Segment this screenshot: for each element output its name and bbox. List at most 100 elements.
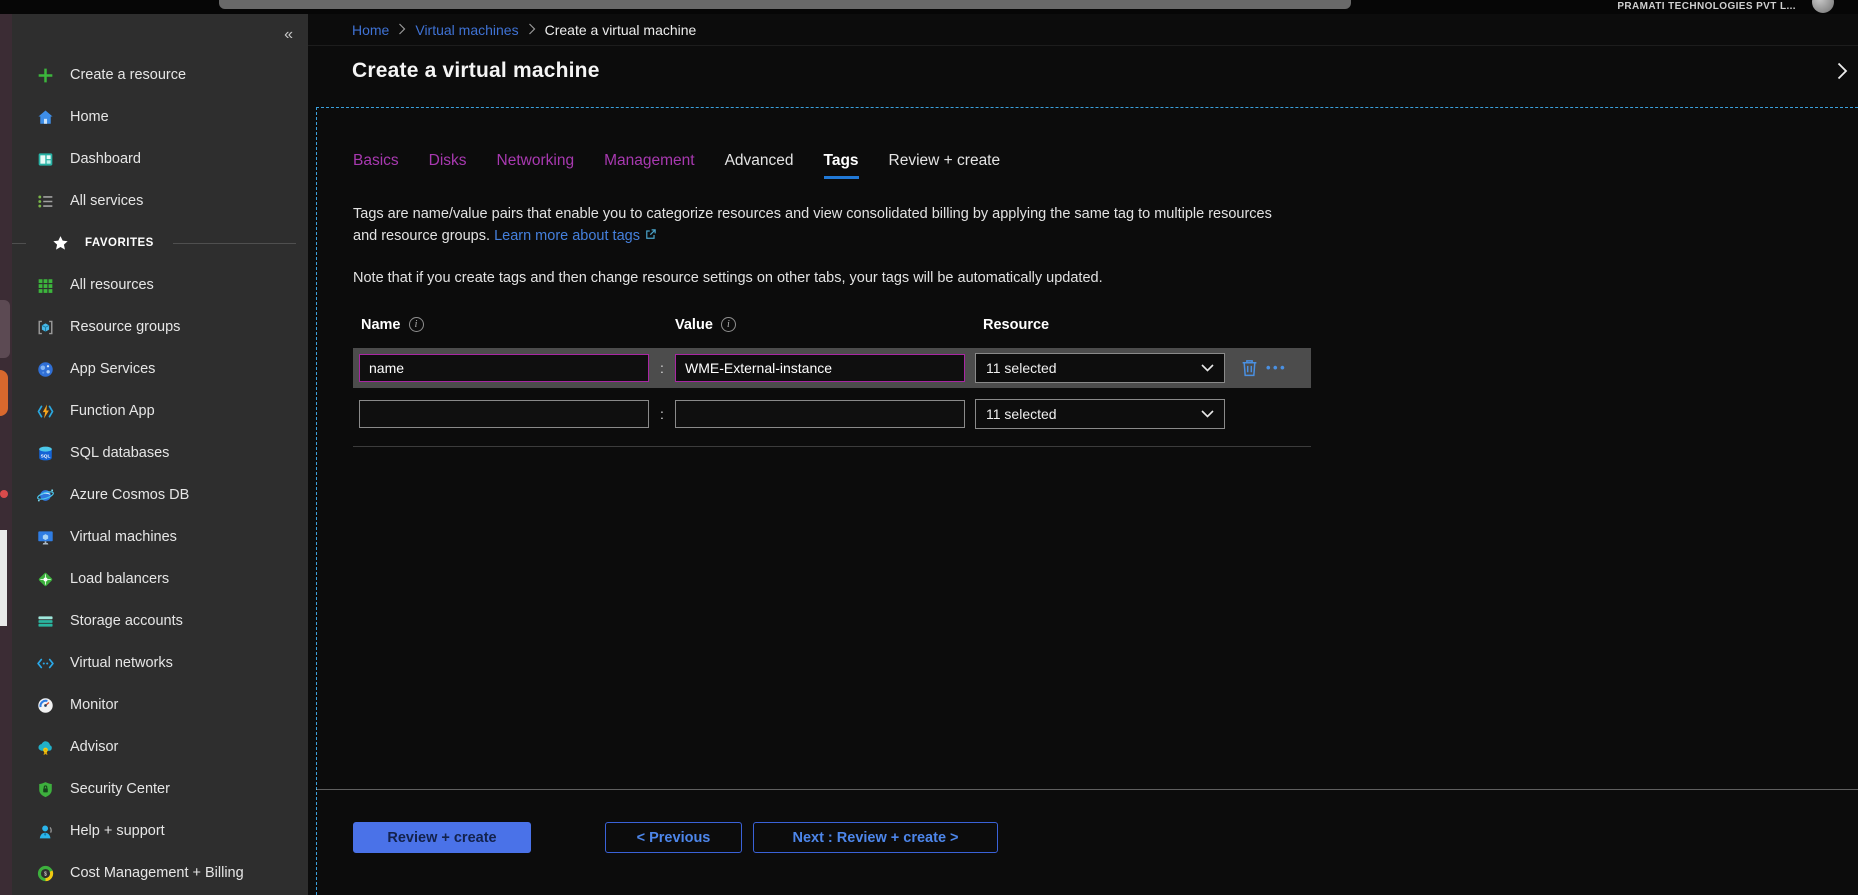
dock-red-dot [0,490,8,498]
learn-more-link[interactable]: Learn more about tags [494,228,657,244]
azure-portal-screen: PRAMATI TECHNOLOGIES PVT L... « Create a… [0,0,1858,895]
more-options-icon[interactable]: ••• [1266,360,1287,375]
sidebar-section-favorites: FAVORITES [12,222,308,264]
wizard-footer: Review + create < Previous Next : Review… [353,790,1858,895]
tag-row: : 11 selected [353,394,1311,434]
sidebar-item-create-a-resource[interactable]: Create a resource [12,54,308,96]
delete-tag-icon[interactable] [1241,359,1258,377]
sidebar-item-storage-accounts[interactable]: Storage accounts [12,600,308,642]
tag-name-input[interactable] [359,400,649,428]
sidebar-item-resource-groups[interactable]: Resource groups [12,306,308,348]
breadcrumb-home[interactable]: Home [352,22,389,38]
sidebar-item-load-balancers[interactable]: Load balancers [12,558,308,600]
cosmos-db-icon [36,486,55,505]
column-header-resource: Resource [983,317,1311,333]
sidebar-item-security-center[interactable]: Security Center [12,768,308,810]
colon-separator: : [649,360,675,376]
plus-icon [36,66,55,85]
tag-row: : 11 selected ••• [353,348,1311,388]
sidebar-item-function-app[interactable]: Function App [12,390,308,432]
tag-name-input[interactable] [359,354,649,382]
os-dock-sliver [0,14,12,895]
app-services-icon [36,360,55,379]
dock-orange-fragment [0,370,8,416]
column-header-value: Value i [675,317,983,333]
sql-database-icon: SQL [36,444,55,463]
sidebar: « Create a resource Home Dashboard All s… [12,14,308,895]
tab-basics[interactable]: Basics [353,152,399,179]
sidebar-item-azure-cosmos-db[interactable]: Azure Cosmos DB [12,474,308,516]
user-avatar[interactable] [1812,0,1834,13]
storage-icon [36,612,55,631]
star-icon [51,234,70,253]
info-icon[interactable]: i [409,317,424,332]
sidebar-item-monitor[interactable]: Monitor [12,684,308,726]
external-link-icon [644,228,657,241]
dashboard-icon [36,150,55,169]
page-header: Create a virtual machine [308,46,1858,96]
resource-dropdown[interactable]: 11 selected [975,399,1225,429]
home-icon [36,108,55,127]
security-shield-icon [36,780,55,799]
tab-networking[interactable]: Networking [497,152,575,179]
content-spacer [353,447,1858,789]
colon-separator: : [649,406,675,422]
info-icon[interactable]: i [721,317,736,332]
chevron-right-icon [398,22,406,38]
sidebar-item-virtual-machines[interactable]: Virtual machines [12,516,308,558]
collapse-sidebar-button[interactable]: « [284,27,293,43]
breadcrumb: Home Virtual machines Create a virtual m… [308,14,1858,46]
tags-tab-content: Basics Disks Networking Management Advan… [316,107,1858,895]
breadcrumb-current: Create a virtual machine [545,22,697,38]
sidebar-item-sql-databases[interactable]: SQL SQL databases [12,432,308,474]
main-panel: Home Virtual machines Create a virtual m… [308,14,1858,895]
tenant-name: PRAMATI TECHNOLOGIES PVT L... [1617,1,1796,12]
breadcrumb-virtual-machines[interactable]: Virtual machines [415,22,518,38]
sidebar-item-app-services[interactable]: App Services [12,348,308,390]
tab-advanced[interactable]: Advanced [725,152,794,179]
sidebar-menu: Create a resource Home Dashboard All ser… [12,54,308,894]
resource-dropdown[interactable]: 11 selected [975,353,1225,383]
dock-tile-fragment [0,300,10,358]
previous-button[interactable]: < Previous [605,822,742,853]
sidebar-item-advisor[interactable]: Advisor [12,726,308,768]
chevron-right-icon [528,22,536,38]
browser-urlbar-fragment[interactable] [219,0,1351,9]
svg-text:SQL: SQL [41,453,51,459]
resource-groups-icon [36,318,55,337]
expand-panel-chevron-icon[interactable] [1837,62,1848,80]
browser-top-strip: PRAMATI TECHNOLOGIES PVT L... [0,0,1858,14]
advisor-cloud-icon [36,738,55,757]
svg-text:$: $ [44,871,47,877]
sidebar-item-all-services[interactable]: All services [12,180,308,222]
cost-donut-icon: $ [36,864,55,883]
help-person-icon [36,822,55,841]
tag-value-input[interactable] [675,400,965,428]
tags-note: Note that if you create tags and then ch… [353,270,1858,286]
tab-disks[interactable]: Disks [429,152,467,179]
tab-review-create[interactable]: Review + create [889,152,1001,179]
tags-table: Name i Value i Resource : [353,314,1311,447]
tags-description: Tags are name/value pairs that enable yo… [353,203,1288,248]
monitor-gauge-icon [36,696,55,715]
sidebar-item-virtual-networks[interactable]: Virtual networks [12,642,308,684]
sidebar-item-all-resources[interactable]: All resources [12,264,308,306]
tab-management[interactable]: Management [604,152,694,179]
chevron-down-icon [1201,364,1214,372]
function-app-icon [36,402,55,421]
sidebar-item-help-support[interactable]: Help + support [12,810,308,852]
load-balancer-icon [36,570,55,589]
sidebar-item-dashboard[interactable]: Dashboard [12,138,308,180]
sidebar-item-cost-management-billing[interactable]: $ Cost Management + Billing [12,852,308,894]
wizard-tabs: Basics Disks Networking Management Advan… [353,152,1858,179]
sidebar-item-home[interactable]: Home [12,96,308,138]
virtual-machine-icon [36,528,55,547]
virtual-network-icon [36,654,55,673]
all-services-icon [36,192,55,211]
next-button[interactable]: Next : Review + create > [753,822,998,853]
chevron-down-icon [1201,410,1214,418]
tab-tags[interactable]: Tags [824,152,859,179]
review-create-button[interactable]: Review + create [353,822,531,853]
dock-white-bar [0,530,7,626]
tag-value-input[interactable] [675,354,965,382]
